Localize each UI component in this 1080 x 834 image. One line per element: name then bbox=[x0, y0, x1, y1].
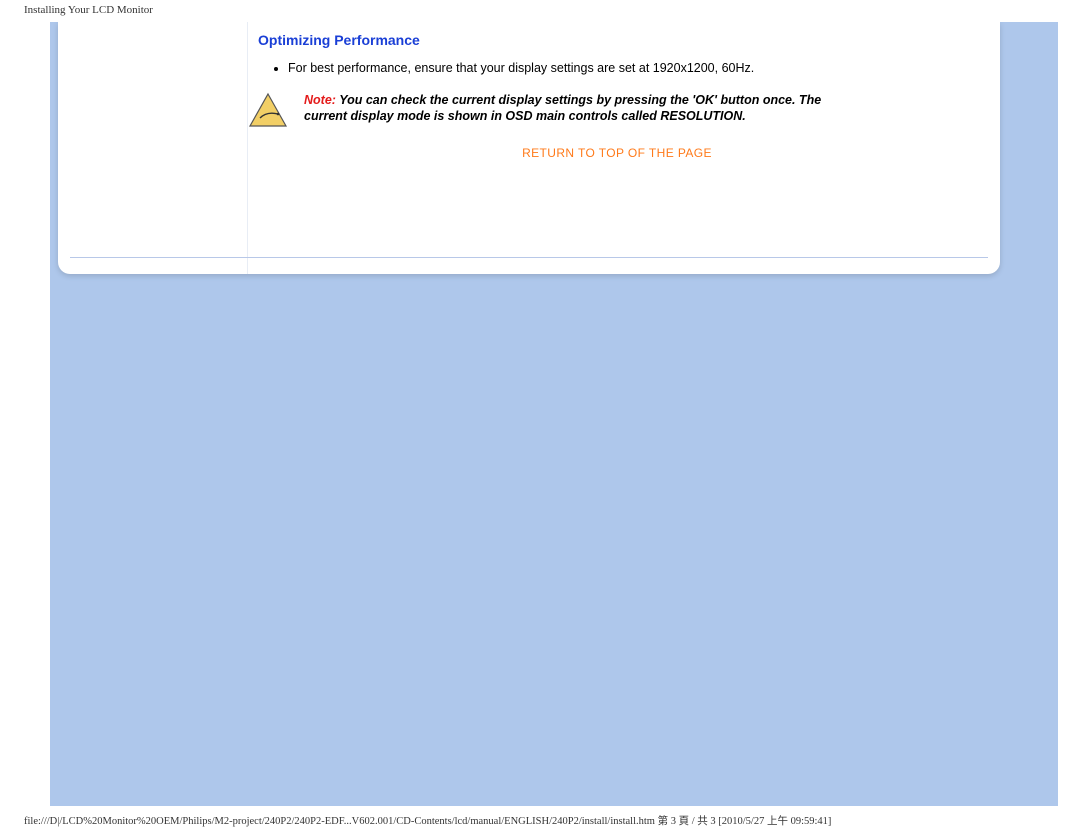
note-text: Note: You can check the current display … bbox=[304, 92, 864, 126]
footer-filepath: file:///D|/LCD%20Monitor%20OEM/Philips/M… bbox=[24, 813, 1056, 828]
note-block: Note: You can check the current display … bbox=[248, 92, 976, 128]
page-background: Optimizing Performance For best performa… bbox=[50, 22, 1058, 806]
page-title: Installing Your LCD Monitor bbox=[24, 4, 153, 16]
return-to-top-link[interactable]: RETURN TO TOP OF THE PAGE bbox=[258, 146, 976, 160]
note-body: You can check the current display settin… bbox=[304, 93, 821, 124]
page-header: Installing Your LCD Monitor bbox=[0, 0, 1080, 20]
left-sidebar bbox=[58, 22, 248, 274]
main-content: Optimizing Performance For best performa… bbox=[258, 28, 976, 160]
bullet-list: For best performance, ensure that your d… bbox=[288, 60, 976, 78]
section-heading: Optimizing Performance bbox=[258, 32, 976, 48]
list-item: For best performance, ensure that your d… bbox=[288, 60, 976, 78]
note-label: Note: bbox=[304, 93, 336, 107]
warning-icon bbox=[248, 92, 288, 128]
content-panel: Optimizing Performance For best performa… bbox=[58, 22, 1000, 274]
